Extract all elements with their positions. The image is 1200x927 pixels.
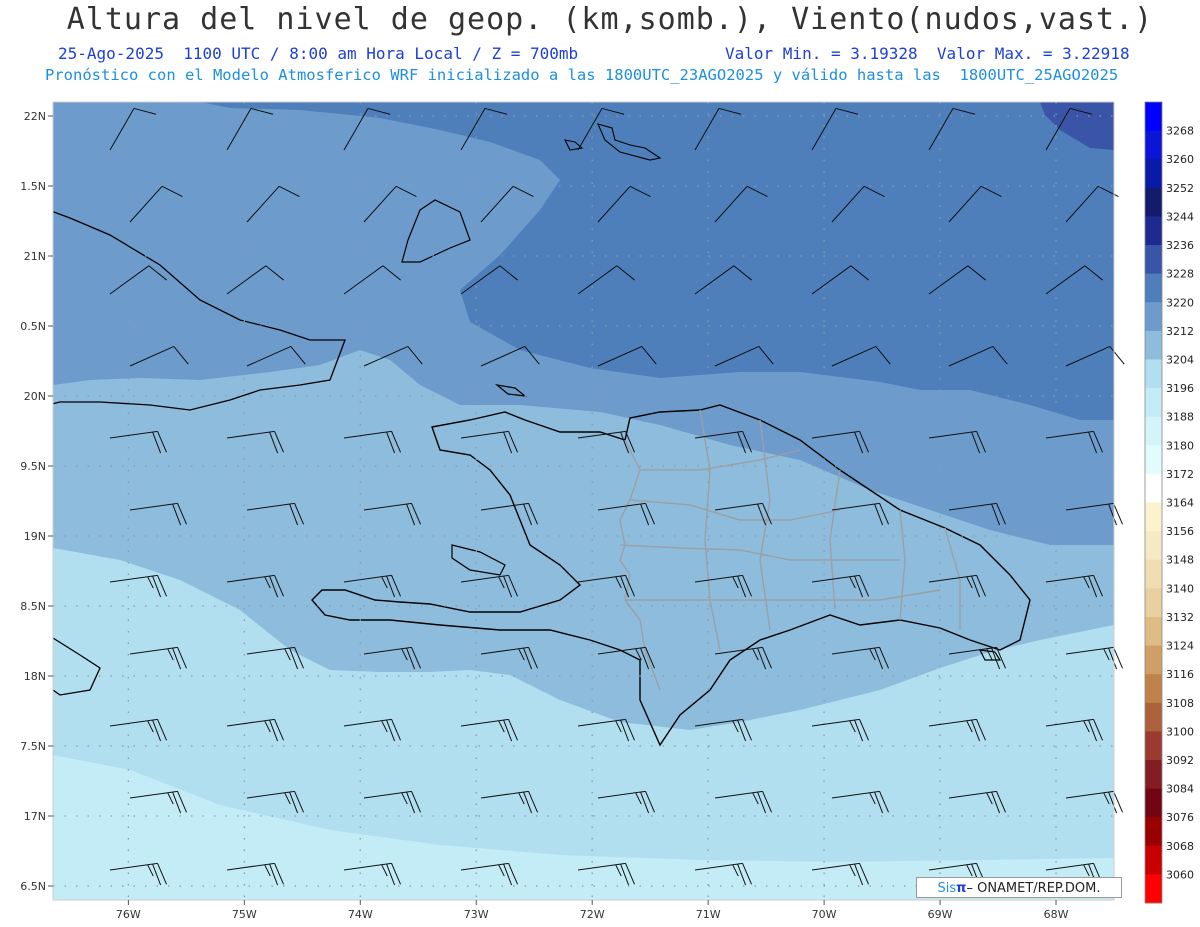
lat-tick-label: 17N (24, 810, 46, 823)
credit-box: Sisπ– ONAMET/REP.DOM. (916, 877, 1122, 898)
lon-tick-label: 68W (1044, 908, 1069, 921)
colorbar-swatch (1145, 845, 1162, 875)
lon-tick-label: 69W (928, 908, 953, 921)
credit-text: – ONAMET/REP.DOM. (966, 881, 1101, 896)
colorbar-level: 3228 (1166, 268, 1194, 281)
lon-tick-label: 72W (580, 908, 605, 921)
colorbar-swatch (1145, 502, 1162, 532)
longitude-axis: 76W 75W 74W 73W 72W 71W 70W 69W 68W (116, 900, 1069, 921)
weather-map: 22N 1.5N 21N 0.5N 20N 9.5N 19N 8.5N 18N 7.5N 17N 6.… (20, 101, 1194, 921)
colorbar-swatch (1145, 416, 1162, 446)
colorbar-swatch (1145, 130, 1162, 160)
lon-tick-label: 74W (348, 908, 373, 921)
lon-tick-label: 73W (464, 908, 489, 921)
colorbar-level: 3180 (1166, 439, 1194, 452)
lat-tick-label: 6.5N (20, 880, 46, 893)
lat-tick-label: 21N (24, 250, 46, 263)
colorbar-swatch (1145, 187, 1162, 217)
colorbar-swatch (1145, 788, 1162, 818)
colorbar-level: 3156 (1166, 525, 1194, 538)
colorbar-swatch (1145, 702, 1162, 732)
lat-tick-label: 9.5N (20, 460, 46, 473)
colorbar-level: 3132 (1166, 611, 1194, 624)
lon-tick-label: 70W (812, 908, 837, 921)
lon-tick-label: 75W (232, 908, 257, 921)
colorbar-swatch (1145, 817, 1162, 847)
colorbar-level: 3060 (1166, 868, 1194, 881)
colorbar-swatch (1145, 273, 1162, 303)
colorbar-swatch (1145, 302, 1162, 332)
lat-tick-label: 1.5N (20, 180, 46, 193)
lat-tick-label: 18N (24, 670, 46, 683)
lat-tick-label: 0.5N (20, 320, 46, 333)
lat-tick-label: 22N (24, 110, 46, 123)
colorbar-level: 3172 (1166, 468, 1194, 481)
colorbar-level: 3164 (1166, 497, 1194, 510)
colorbar-level: 3244 (1166, 210, 1194, 223)
lat-tick-label: 19N (24, 530, 46, 543)
colorbar-swatch (1145, 245, 1162, 275)
colorbar-level: 3260 (1166, 153, 1194, 166)
colorbar-swatch (1145, 559, 1162, 589)
colorbar-swatch (1145, 588, 1162, 618)
colorbar-level: 3196 (1166, 382, 1194, 395)
colorbar-level: 3108 (1166, 697, 1194, 710)
colorbar-level: 3212 (1166, 325, 1194, 338)
colorbar-swatch (1145, 102, 1162, 132)
colorbar-swatch (1145, 445, 1162, 475)
colorbar-swatch (1145, 330, 1162, 360)
colorbar-level: 3084 (1166, 783, 1194, 796)
colorbar-swatch (1145, 731, 1162, 761)
colorbar-level: 3116 (1166, 668, 1194, 681)
colorbar-level: 3268 (1166, 125, 1194, 138)
colorbar-level: 3188 (1166, 411, 1194, 424)
colorbar-level: 3204 (1166, 353, 1194, 366)
colorbar-swatch (1145, 759, 1162, 790)
colorbar-swatch (1145, 531, 1162, 561)
latitude-axis: 22N 1.5N 21N 0.5N 20N 9.5N 19N 8.5N 18N 7.5N 17N 6.… (20, 110, 53, 893)
colorbar: 3268 3260 3252 3244 3236 3228 3220 3212 3204 3196… (1144, 101, 1194, 904)
colorbar-swatch (1145, 645, 1162, 675)
colorbar-swatch (1145, 473, 1162, 503)
colorbar-level: 3068 (1166, 840, 1194, 853)
colorbar-level: 3100 (1166, 725, 1194, 738)
colorbar-level: 3236 (1166, 239, 1194, 252)
colorbar-swatch (1145, 216, 1162, 246)
colorbar-swatch (1145, 874, 1162, 904)
credit-pi: π (956, 881, 967, 896)
credit-sis: Sis (937, 881, 957, 896)
colorbar-swatch (1145, 674, 1162, 704)
colorbar-level: 3148 (1166, 554, 1194, 567)
colorbar-swatch (1145, 159, 1162, 189)
plot-area (53, 102, 1114, 900)
lat-tick-label: 8.5N (20, 600, 46, 613)
lat-tick-label: 7.5N (20, 740, 46, 753)
lon-tick-label: 71W (696, 908, 721, 921)
colorbar-swatch (1145, 388, 1162, 418)
lon-tick-label: 76W (116, 908, 141, 921)
colorbar-level: 3092 (1166, 754, 1194, 767)
colorbar-swatch (1145, 616, 1162, 647)
lat-tick-label: 20N (24, 390, 46, 403)
colorbar-level: 3220 (1166, 296, 1194, 309)
colorbar-level: 3124 (1166, 640, 1194, 653)
colorbar-level: 3140 (1166, 582, 1194, 595)
colorbar-level: 3076 (1166, 811, 1194, 824)
colorbar-level: 3252 (1166, 182, 1194, 195)
colorbar-swatch (1145, 359, 1162, 389)
